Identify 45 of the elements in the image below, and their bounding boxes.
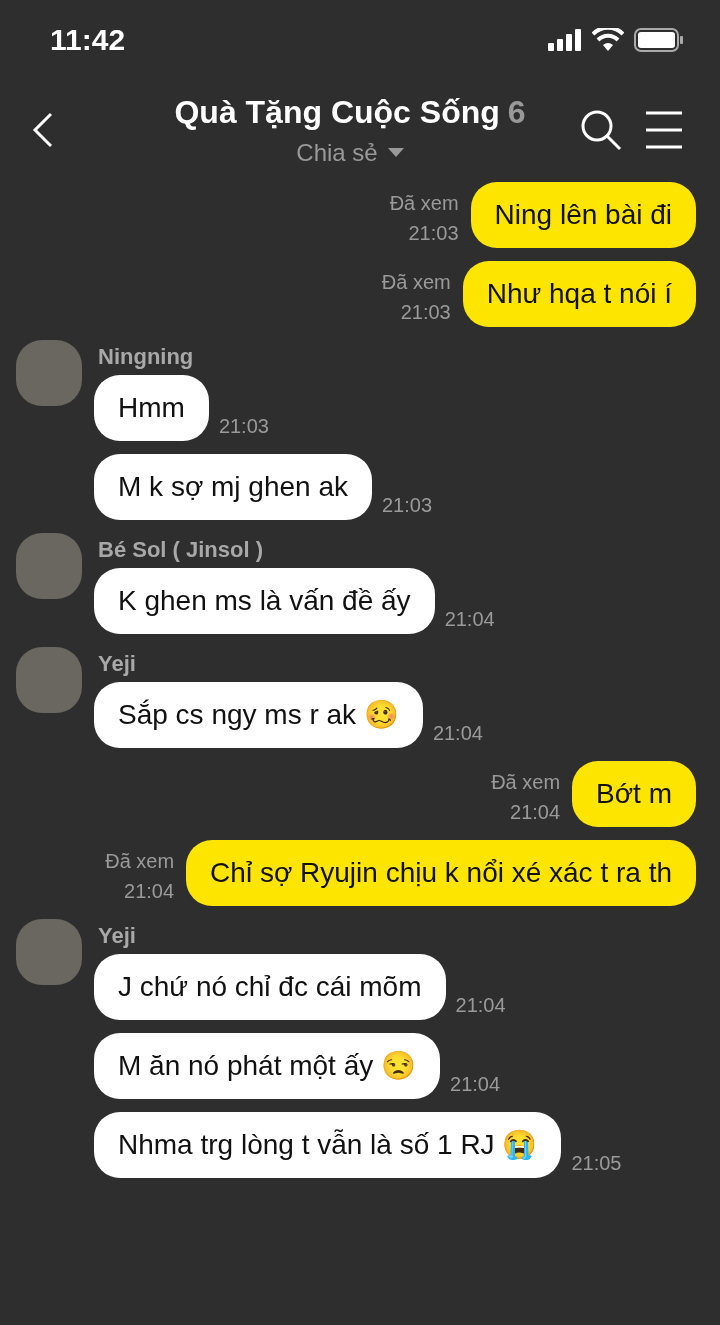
message-time: 21:04 — [444, 607, 495, 632]
message-time: 21:04 — [510, 800, 561, 825]
received-message-bubble: J chứ nó chỉ đc cái mõm — [94, 954, 446, 1020]
received-message-bubble: Nhma trg lòng t vẫn là số 1 RJ 😭 — [94, 1112, 562, 1178]
search-icon[interactable] — [580, 109, 622, 151]
received-message-bubble: M k sợ mj ghen ak — [94, 454, 372, 520]
signal-icon — [548, 29, 582, 51]
avatar-photo-placeholder[interactable] — [16, 533, 82, 599]
read-receipt: Đã xem — [105, 849, 175, 874]
read-receipt: Đã xem — [381, 270, 451, 295]
read-receipt: Đã xem — [389, 191, 459, 216]
battery-icon — [634, 28, 684, 52]
received-message-bubble: K ghen ms là vấn đề ấy — [94, 568, 435, 634]
message-time: 21:03 — [218, 414, 269, 439]
message-time: 21:03 — [400, 300, 451, 325]
message-time: 21:05 — [571, 1151, 622, 1176]
wifi-icon — [592, 28, 624, 52]
avatar-photo-placeholder[interactable] — [16, 647, 82, 713]
read-receipt: Đã xem — [491, 770, 561, 795]
message-time: 21:04 — [455, 993, 506, 1018]
back-icon[interactable] — [32, 112, 54, 148]
sender-name: Bé Sol ( Jinsol ) — [98, 537, 264, 563]
avatar-photo-placeholder[interactable] — [16, 919, 82, 985]
menu-icon[interactable] — [646, 111, 682, 149]
sender-name: Ningning — [98, 344, 194, 370]
sent-message-bubble: Như hqa t nói í — [462, 261, 696, 327]
sent-message-bubble: Bớt m — [572, 761, 696, 827]
received-message-bubble: Sắp cs ngy ms r ak 🥴 — [94, 682, 423, 748]
sent-message-bubble: Chỉ sợ Ryujin chịu k nổi xé xác t ra th — [186, 840, 696, 906]
member-count: 6 — [507, 93, 526, 131]
chat-subtitle-dropdown[interactable]: Chia sẻ — [296, 138, 404, 167]
status-time: 11:42 — [50, 23, 126, 57]
sent-message-bubble: Ning lên bài đi — [470, 182, 696, 248]
message-time: 21:03 — [382, 493, 433, 518]
caret-icon — [387, 147, 404, 158]
message-time: 21:04 — [432, 721, 483, 746]
chat-title: Quà Tặng Cuộc Sống — [174, 93, 500, 131]
received-message-bubble: Hmm — [94, 375, 209, 441]
message-time: 21:04 — [124, 879, 175, 904]
message-time: 21:04 — [450, 1072, 501, 1097]
avatar-photo-placeholder[interactable] — [16, 340, 82, 406]
message-time: 21:03 — [408, 221, 459, 246]
sender-name: Yeji — [98, 923, 136, 949]
sender-name: Yeji — [98, 651, 136, 677]
received-message-bubble: M ăn nó phát một ấy 😒 — [94, 1033, 441, 1099]
